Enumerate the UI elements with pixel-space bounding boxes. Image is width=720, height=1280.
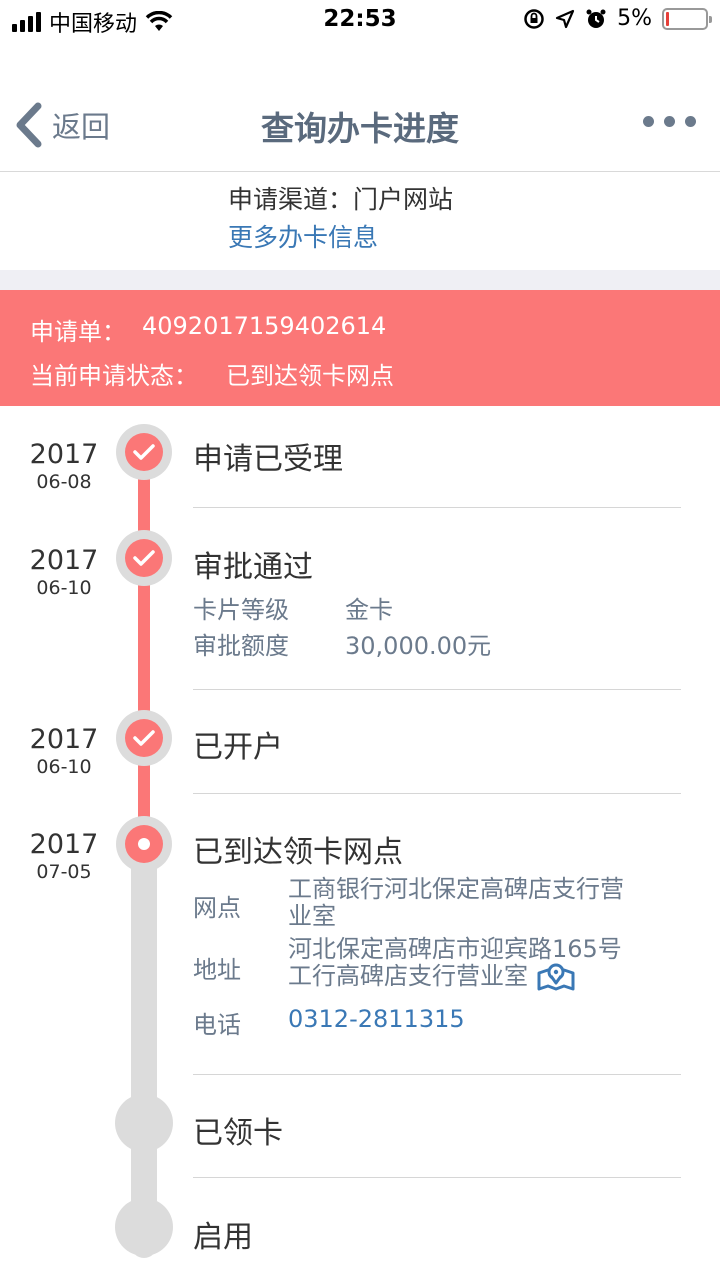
step-node-completed bbox=[116, 530, 172, 586]
step-date: 2017 06-10 bbox=[29, 545, 99, 600]
step-title: 启用 bbox=[193, 1220, 253, 1255]
divider bbox=[193, 1177, 681, 1178]
more-menu-button[interactable] bbox=[643, 116, 696, 127]
step-title: 已领卡 bbox=[193, 1116, 283, 1151]
step-title: 已开户 bbox=[193, 730, 283, 765]
status-banner: 申请单： 4092017159402614 当前申请状态： 已到达领卡网点 bbox=[0, 290, 720, 406]
page-title: 查询办卡进度 bbox=[261, 109, 459, 148]
detail-value: 金卡 bbox=[345, 596, 393, 624]
step-title: 已到达领卡网点 bbox=[193, 835, 403, 870]
status-right: 5% bbox=[523, 6, 712, 31]
map-location-icon[interactable] bbox=[536, 963, 576, 991]
rotation-lock-icon bbox=[524, 8, 544, 29]
status-bar: 中国移动 22:53 5% bbox=[0, 0, 720, 40]
status-value: 已到达领卡网点 bbox=[226, 362, 394, 390]
alarm-icon bbox=[586, 9, 606, 28]
step-node-current bbox=[116, 816, 172, 872]
application-channel: 申请渠道：门户网站 bbox=[228, 185, 454, 214]
divider bbox=[193, 1074, 681, 1075]
detail-label: 网点 bbox=[193, 894, 241, 922]
navigation-bar: 返回 查询办卡进度 bbox=[0, 40, 720, 172]
detail-value: 30,000.00元 bbox=[345, 632, 492, 660]
step-date: 2017 06-08 bbox=[29, 439, 99, 494]
step-node-pending bbox=[115, 1198, 173, 1256]
step-date: 2017 07-05 bbox=[29, 829, 99, 884]
check-icon bbox=[133, 730, 155, 746]
detail-label: 卡片等级 bbox=[193, 596, 289, 624]
check-icon bbox=[133, 550, 155, 566]
detail-label: 地址 bbox=[193, 956, 241, 984]
battery-icon bbox=[662, 7, 712, 30]
divider bbox=[193, 793, 681, 794]
timeline-track bbox=[131, 826, 157, 1258]
timeline-track-completed bbox=[138, 452, 150, 844]
detail-label: 审批额度 bbox=[193, 632, 289, 660]
step-date: 2017 06-10 bbox=[29, 724, 99, 779]
branch-phone-link[interactable]: 0312-2811315 bbox=[288, 1005, 465, 1033]
step-node-completed bbox=[116, 424, 172, 480]
step-title: 审批通过 bbox=[193, 550, 313, 585]
step-title: 申请已受理 bbox=[193, 442, 343, 477]
check-icon bbox=[133, 444, 155, 460]
more-card-info-link[interactable]: 更多办卡信息 bbox=[228, 218, 378, 254]
location-arrow-icon bbox=[555, 9, 575, 28]
branch-name: 工商银行河北保定高碑店支行营 业室 bbox=[288, 875, 624, 930]
step-node-pending bbox=[115, 1094, 173, 1152]
more-dots-icon bbox=[643, 116, 654, 127]
application-info: 申请渠道：门户网站 更多办卡信息 bbox=[0, 172, 720, 270]
order-number: 4092017159402614 bbox=[142, 312, 387, 340]
order-label: 申请单： bbox=[30, 318, 126, 346]
branch-address: 河北保定高碑店市迎宾路165号 工行高碑店支行营业室 bbox=[288, 935, 622, 991]
section-gap bbox=[0, 270, 720, 290]
status-label: 当前申请状态： bbox=[30, 362, 198, 390]
step-node-completed bbox=[116, 710, 172, 766]
divider bbox=[193, 689, 681, 690]
battery-percent: 5% bbox=[617, 6, 652, 31]
divider bbox=[193, 507, 681, 508]
detail-label: 电话 bbox=[193, 1011, 241, 1039]
